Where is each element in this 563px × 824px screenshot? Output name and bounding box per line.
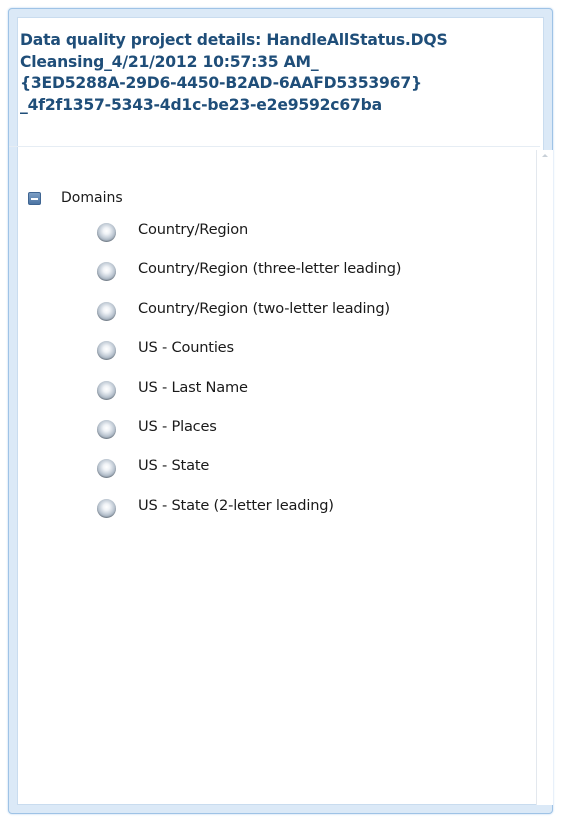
tree-item-label: Country/Region (three-letter leading) <box>138 260 402 278</box>
tree-item-us-places[interactable]: US - Places <box>97 415 401 454</box>
tree-item-label: Country/Region (two-letter leading) <box>138 299 390 317</box>
tree-node-label: Domains <box>61 190 123 206</box>
sphere-bullet-icon <box>97 498 116 518</box>
title-line-3: {3ED5288A-29D6-4450-B2AD-6AAFD5353967} <box>20 74 422 92</box>
tree-item-label: US - State <box>138 457 210 475</box>
sphere-bullet-icon <box>97 459 116 479</box>
collapse-minus-icon[interactable] <box>28 191 41 205</box>
tree-item-us-state[interactable]: US - State <box>97 454 401 493</box>
scroll-up-arrow-icon[interactable] <box>542 154 548 157</box>
page-title: Data quality project details: HandleAllS… <box>20 30 532 116</box>
tree-item-us-last-name[interactable]: US - Last Name <box>97 376 401 415</box>
vertical-scrollbar[interactable] <box>536 150 553 805</box>
title-line-2: Cleansing_4/21/2012 10:57:35 AM_ <box>20 52 319 71</box>
tree-item-us-state-2-letter[interactable]: US - State (2-letter leading) <box>97 494 401 533</box>
tree-item-label: Country/Region <box>138 221 249 238</box>
tree-item-country-region-two-letter[interactable]: Country/Region (two-letter leading) <box>97 297 401 336</box>
sphere-bullet-icon <box>97 262 116 282</box>
sphere-bullet-icon <box>97 223 116 242</box>
tree-item-label: US - State (2-letter leading) <box>138 496 334 514</box>
tree-item-label: US - Counties <box>138 339 234 357</box>
tree-item-us-counties[interactable]: US - Counties <box>97 336 401 375</box>
tree-item-country-region-three-letter[interactable]: Country/Region (three-letter leading) <box>97 257 401 296</box>
tree-node-domains[interactable]: Domains <box>28 187 123 209</box>
domain-list: Country/Region Country/Region (three-let… <box>97 218 401 533</box>
tree-item-country-region[interactable]: Country/Region <box>97 218 401 257</box>
tree-item-label: US - Last Name <box>138 378 248 396</box>
sphere-bullet-icon <box>97 301 116 321</box>
sphere-bullet-icon <box>97 380 116 400</box>
sphere-bullet-icon <box>97 341 116 361</box>
sphere-bullet-icon <box>97 419 116 439</box>
title-line-4: _4f2f1357-5343-4d1c-be23-e2e9592c67ba <box>20 95 382 114</box>
tree-item-label: US - Places <box>138 417 217 435</box>
title-line-1: Data quality project details: HandleAllS… <box>20 31 448 49</box>
